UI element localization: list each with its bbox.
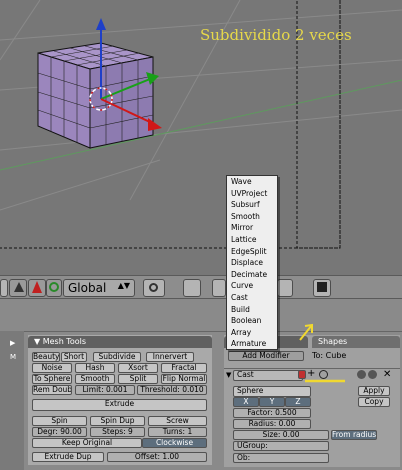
move-down-icon[interactable] [368, 370, 377, 379]
header-mode-button[interactable] [0, 279, 8, 297]
modifier-realtime-icon[interactable] [298, 370, 306, 379]
clockwise-toggle[interactable]: Clockwise [142, 438, 207, 448]
limit-field[interactable]: Limit: 0.001 [75, 385, 135, 395]
pivot-icon[interactable] [46, 279, 62, 297]
cube-mesh [37, 42, 154, 149]
axis-y-toggle[interactable]: Y [259, 397, 285, 407]
subdivide-button[interactable]: Subdivide [93, 352, 141, 362]
smooth-button[interactable]: Smooth [75, 374, 115, 384]
beauty-button[interactable]: Beauty [32, 352, 60, 362]
updown-icon: ▲▼ [117, 281, 130, 290]
viewport-caption: Subdividido 2 veces [200, 26, 352, 44]
extrude-button[interactable]: Extrude [32, 399, 207, 411]
menu-item-uvproject[interactable]: UVProject [227, 188, 277, 200]
menu-item-mirror[interactable]: Mirror [227, 222, 277, 234]
degr-field[interactable]: Degr: 90.00 [32, 427, 87, 437]
rem-doubles-button[interactable]: Rem Doubl [32, 385, 72, 395]
flip-normal-button[interactable]: Flip Normal [161, 374, 207, 384]
modifier-cage-icon[interactable] [319, 370, 328, 379]
fractal-button[interactable]: Fractal [161, 363, 207, 373]
menu-item-wave[interactable]: Wave [227, 176, 277, 188]
menu-item-smooth[interactable]: Smooth [227, 211, 277, 223]
split-button[interactable]: Split [118, 374, 158, 384]
axis-x-toggle[interactable]: X [233, 397, 259, 407]
vertex-select-icon[interactable] [28, 279, 46, 297]
layer-icon[interactable] [212, 279, 226, 297]
render-icon[interactable] [313, 279, 331, 297]
modifier-target-label: To: Cube [312, 351, 347, 360]
collapse-icon: ▼ [34, 337, 43, 346]
add-modifier-button[interactable]: Add Modifier [228, 351, 304, 361]
menu-item-lattice[interactable]: Lattice [227, 234, 277, 246]
panel-toggle-icon[interactable]: ▶ [10, 339, 15, 347]
proportional-edit-icon[interactable] [143, 279, 165, 297]
transform-space-label: Global [68, 281, 107, 295]
tab-shapes[interactable]: Shapes [312, 336, 400, 348]
to-sphere-button[interactable]: To Sphere [32, 374, 72, 384]
threshold-field[interactable]: Threshold: 0.010 [137, 385, 207, 395]
modifier-collapse-icon[interactable]: ▼ [226, 371, 231, 379]
xsort-button[interactable]: Xsort [118, 363, 158, 373]
short-button[interactable]: Short [61, 352, 87, 362]
mesh-tools-header[interactable]: ▼ Mesh Tools [28, 336, 212, 348]
menu-item-build[interactable]: Build [227, 304, 277, 316]
add-modifier-menu: Wave UVProject Subsurf Smooth Mirror Lat… [226, 175, 278, 350]
transform-space-select[interactable]: Global ▲▼ [63, 279, 135, 297]
spin-dup-button[interactable]: Spin Dup [90, 416, 145, 426]
header-gap [0, 299, 402, 331]
offset-field[interactable]: Offset: 1.00 [107, 452, 207, 462]
menu-item-armature[interactable]: Armature [227, 338, 277, 350]
hash-button[interactable]: Hash [75, 363, 115, 373]
3d-viewport[interactable]: Subdividido 2 veces [0, 0, 402, 275]
keep-original-toggle[interactable]: Keep Original [32, 438, 142, 448]
viewport-header: Global ▲▼ [0, 275, 402, 299]
menu-item-displace[interactable]: Displace [227, 257, 277, 269]
radius-field[interactable]: Radius: 0.00 [233, 419, 311, 429]
menu-item-boolean[interactable]: Boolean [227, 315, 277, 327]
menu-item-subsurf[interactable]: Subsurf [227, 199, 277, 211]
snap-icon[interactable] [183, 279, 201, 297]
mesh-tools-title: Mesh Tools [42, 337, 87, 346]
turns-field[interactable]: Turns: 1 [148, 427, 207, 437]
innervert-button[interactable]: Innervert [146, 352, 194, 362]
panel-m-icon[interactable]: M [10, 353, 16, 361]
cast-type-select[interactable]: Sphere [233, 386, 311, 397]
extrude-dup-button[interactable]: Extrude Dup [32, 452, 104, 462]
menu-item-decimate[interactable]: Decimate [227, 269, 277, 281]
move-up-icon[interactable] [357, 370, 366, 379]
menu-item-array[interactable]: Array [227, 327, 277, 339]
object-field[interactable]: Ob: [233, 453, 329, 463]
menu-item-cast[interactable]: Cast [227, 292, 277, 304]
modifier-editmode-icon[interactable]: + [307, 369, 315, 379]
size-field[interactable]: Size: 0.00 [233, 430, 329, 440]
spin-button[interactable]: Spin [32, 416, 87, 426]
factor-field[interactable]: Factor: 0.500 [233, 408, 311, 418]
from-radius-toggle[interactable]: From radius [331, 430, 377, 440]
menu-item-curve[interactable]: Curve [227, 280, 277, 292]
apply-button[interactable]: Apply [358, 386, 390, 396]
steps-field[interactable]: Steps: 9 [90, 427, 145, 437]
delete-modifier-icon[interactable]: ✕ [383, 369, 391, 380]
noise-button[interactable]: Noise [32, 363, 72, 373]
box-icon[interactable] [277, 279, 293, 297]
axis-z-toggle[interactable]: Z [285, 397, 311, 407]
menu-item-edgesplit[interactable]: EdgeSplit [227, 246, 277, 258]
screw-button[interactable]: Screw [148, 416, 207, 426]
buttons-sidebar: ▶ M [0, 331, 24, 470]
copy-button[interactable]: Copy [358, 397, 390, 407]
mode-icon[interactable] [9, 279, 27, 297]
modifier-name-field[interactable]: Cast [233, 370, 303, 381]
ugroup-field[interactable]: UGroup: [233, 441, 329, 451]
